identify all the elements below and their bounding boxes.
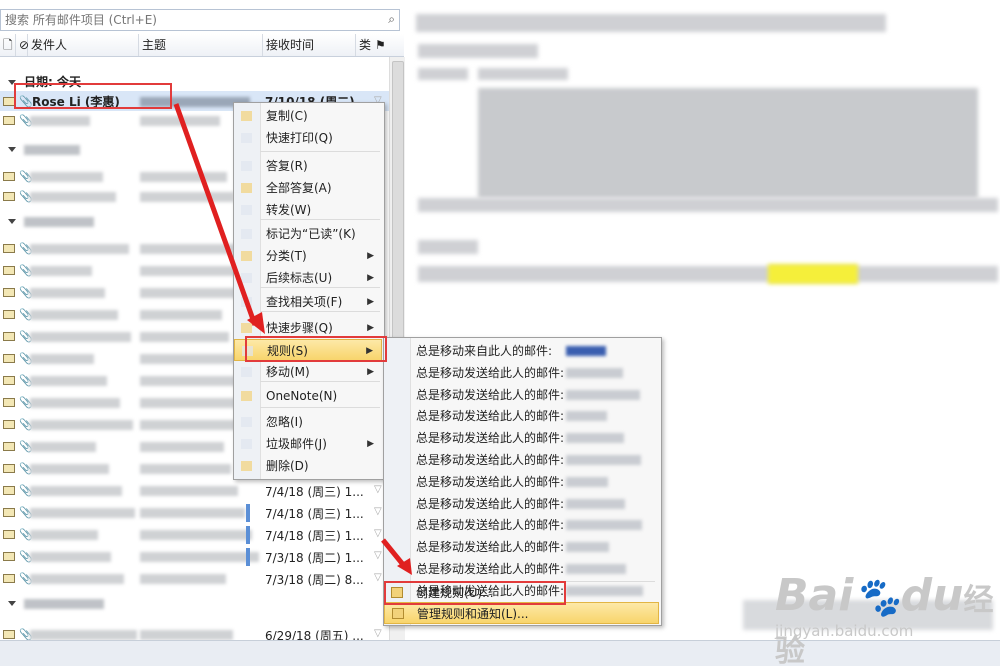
annotation-arrows	[173, 103, 412, 575]
watermark-url: jingyan.baidu.com	[775, 622, 914, 640]
watermark-logo: Bai🐾du经验	[775, 570, 994, 669]
